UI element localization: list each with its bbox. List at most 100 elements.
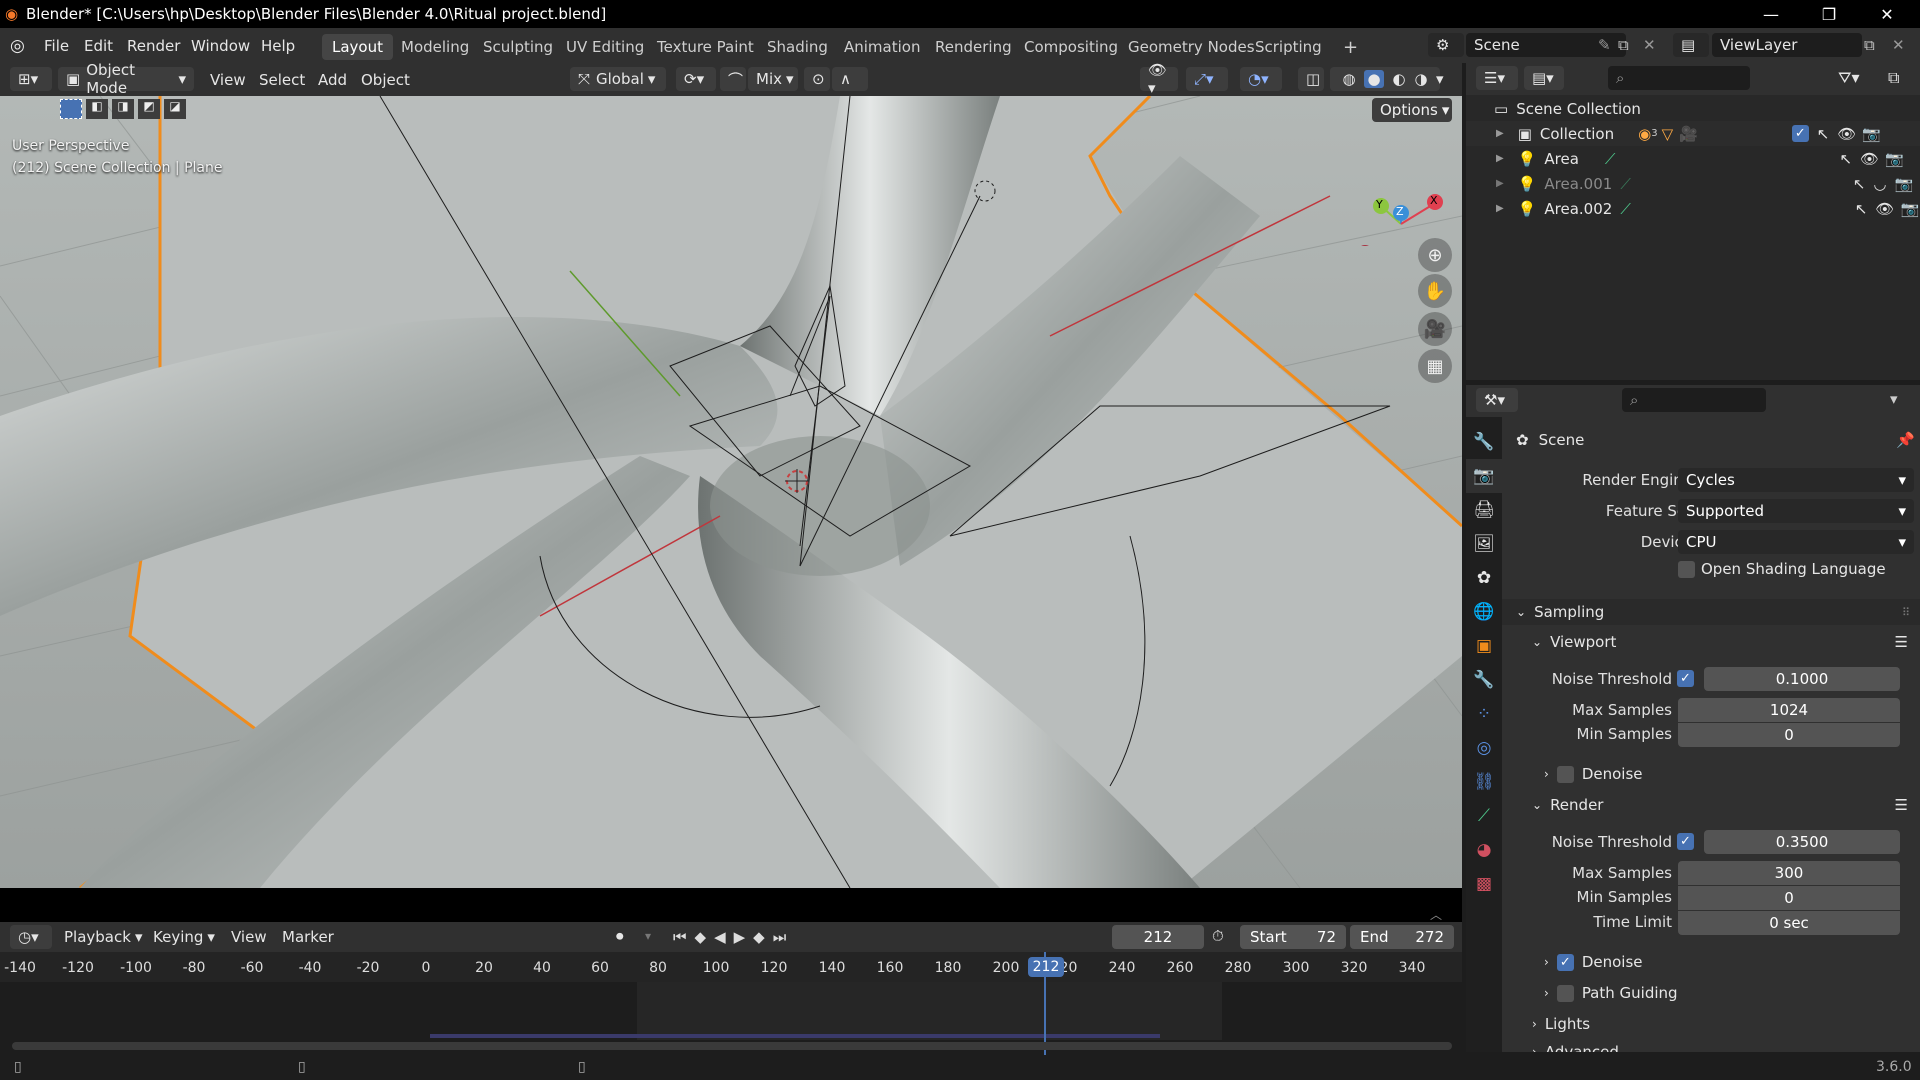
- particles-tab-icon[interactable]: ⁘: [1466, 697, 1502, 731]
- menu-help[interactable]: Help: [261, 28, 295, 63]
- expand-arrow-icon[interactable]: ▶: [1496, 153, 1504, 164]
- timeline-scrollbar[interactable]: [12, 1042, 1452, 1050]
- preview-range-icon[interactable]: ⏱: [1212, 927, 1224, 945]
- start-frame-field[interactable]: Start 72: [1240, 925, 1346, 949]
- render-toggle-icon[interactable]: 📷: [1862, 125, 1881, 143]
- viewlayer-browse-icon[interactable]: ▤: [1673, 33, 1709, 57]
- jump-start-icon[interactable]: ⏮: [673, 928, 687, 946]
- menu-file[interactable]: File: [44, 28, 69, 63]
- next-keyframe-icon[interactable]: ◆: [753, 928, 765, 946]
- wireframe-shading-icon[interactable]: ◍: [1342, 70, 1355, 88]
- select-toggle-icon[interactable]: ↖: [1853, 175, 1866, 193]
- eye-icon[interactable]: 👁: [1875, 200, 1894, 218]
- viewport-menu-object[interactable]: Object: [361, 63, 410, 96]
- tab-sculpting[interactable]: Sculpting: [473, 34, 563, 60]
- play-reverse-icon[interactable]: ◀: [714, 928, 726, 946]
- add-workspace-icon[interactable]: +: [1333, 34, 1368, 60]
- eye-hidden-icon[interactable]: ◡: [1873, 175, 1886, 193]
- filter-icon[interactable]: ⛛▾: [1838, 68, 1859, 88]
- delete-scene-icon[interactable]: ✕: [1643, 36, 1656, 54]
- scene-tab-icon[interactable]: ✿: [1466, 561, 1502, 595]
- viewport-menu-add[interactable]: Add: [318, 63, 347, 96]
- tab-animation[interactable]: Animation: [834, 34, 930, 60]
- outliner-search-input[interactable]: ⌕: [1608, 66, 1750, 90]
- tab-texture-paint[interactable]: Texture Paint: [647, 34, 764, 60]
- tab-shading[interactable]: Shading: [757, 34, 838, 60]
- select-invert-icon[interactable]: ◩: [138, 99, 160, 119]
- select-toggle-icon[interactable]: ↖: [1855, 200, 1868, 218]
- timeline-menu-marker[interactable]: Marker: [282, 922, 334, 952]
- output-tab-icon[interactable]: 🖨: [1466, 493, 1502, 527]
- tab-uv-editing[interactable]: UV Editing: [556, 34, 654, 60]
- timeline[interactable]: -140 -120 -100 -80 -60 -40 -20 0 20 40 60 80 100 120 1…: [0, 952, 1462, 1055]
- properties-options-icon[interactable]: ▾: [1890, 390, 1898, 408]
- pin-icon[interactable]: ✎: [1598, 36, 1611, 54]
- play-icon[interactable]: ▶: [734, 928, 746, 946]
- blender-menu-icon[interactable]: ◎: [10, 28, 25, 63]
- outliner-row-area[interactable]: ▶ 💡 Area ⟋ ↖ 👁 📷: [1466, 146, 1920, 171]
- path-guiding-checkbox[interactable]: [1556, 984, 1574, 1002]
- collection-checkbox[interactable]: ✓: [1791, 125, 1809, 142]
- outliner-row-collection[interactable]: ▶ ▣ Collection ◉ 3 ▽ 🎥 ✓ ↖ 👁 📷: [1466, 121, 1920, 146]
- constraints-tab-icon[interactable]: ⛓: [1466, 765, 1502, 799]
- expand-arrow-icon[interactable]: ▶: [1496, 178, 1504, 189]
- new-viewlayer-icon[interactable]: ⧉: [1864, 36, 1875, 54]
- navigation-gizmo[interactable]: Y Z X: [1357, 146, 1460, 270]
- render-denoise-checkbox[interactable]: ✓: [1556, 953, 1574, 971]
- viewport-noise-threshold-field[interactable]: 0.1000: [1704, 667, 1900, 691]
- select-toggle-icon[interactable]: ↖: [1817, 125, 1830, 143]
- record-options-icon[interactable]: ▾: [645, 929, 651, 943]
- menu-window[interactable]: Window: [191, 28, 250, 63]
- zoom-icon[interactable]: ⊕: [1418, 238, 1452, 272]
- timeline-menu-keying[interactable]: Keying ▾: [153, 922, 215, 952]
- rendered-shading-icon[interactable]: ◑: [1414, 70, 1427, 88]
- select-toggle-icon[interactable]: ↖: [1839, 150, 1852, 168]
- properties-editor-type-icon[interactable]: ⚒▾: [1476, 388, 1518, 412]
- select-intersect-icon[interactable]: ◪: [164, 99, 186, 119]
- viewlayer-selector[interactable]: ViewLayer: [1712, 33, 1862, 57]
- menu-edit[interactable]: Edit: [84, 28, 113, 63]
- viewport-menu-view[interactable]: View: [210, 63, 246, 96]
- pin-icon[interactable]: 📌: [1896, 431, 1915, 449]
- sampling-panel-header[interactable]: ⌄ Sampling ⠿: [1502, 599, 1920, 625]
- texture-tab-icon[interactable]: ▩: [1466, 867, 1502, 901]
- render-noise-threshold-checkbox[interactable]: ✓: [1677, 833, 1694, 850]
- viewport-min-samples-field[interactable]: 0: [1678, 723, 1900, 747]
- new-collection-icon[interactable]: ⧉: [1888, 68, 1899, 88]
- eye-icon[interactable]: 👁: [1860, 150, 1879, 168]
- prev-keyframe-icon[interactable]: ◆: [695, 928, 707, 946]
- expand-arrow-icon[interactable]: ▶: [1496, 128, 1504, 139]
- properties-search-input[interactable]: ⌕: [1622, 388, 1766, 412]
- tab-geometry-nodes[interactable]: Geometry Nodes: [1118, 34, 1265, 60]
- render-min-samples-field[interactable]: 0: [1678, 886, 1900, 910]
- playhead-frame-badge[interactable]: 212: [1028, 957, 1064, 977]
- render-noise-threshold-field[interactable]: 0.3500: [1704, 830, 1900, 854]
- path-guiding-row[interactable]: › Path Guiding: [1502, 980, 1920, 1006]
- close-button[interactable]: ✕: [1858, 0, 1916, 28]
- camera-view-icon[interactable]: 🎥: [1418, 312, 1452, 346]
- editor-type-icon[interactable]: ⊞▾: [10, 67, 52, 91]
- viewport-noise-threshold-checkbox[interactable]: ✓: [1677, 670, 1694, 687]
- record-icon[interactable]: ⏺: [616, 927, 624, 945]
- view-layer-tab-icon[interactable]: 🖼: [1466, 527, 1502, 561]
- collapse-icon[interactable]: ︿: [1430, 906, 1442, 923]
- render-tab-icon[interactable]: 📷: [1466, 459, 1502, 493]
- orientation-dropdown[interactable]: ⤧ Global ▾: [570, 67, 666, 91]
- timeline-menu-view[interactable]: View: [231, 922, 267, 952]
- presets-list-icon[interactable]: ☰: [1895, 633, 1908, 651]
- render-toggle-icon[interactable]: 📷: [1895, 175, 1914, 193]
- viewport-subpanel-header[interactable]: ⌄ Viewport ☰: [1502, 629, 1920, 655]
- select-box-new-icon[interactable]: [60, 99, 82, 119]
- xray-icon[interactable]: ◫: [1298, 67, 1324, 91]
- shading-options-icon[interactable]: ▾: [1436, 70, 1444, 88]
- frame-ruler[interactable]: -140 -120 -100 -80 -60 -40 -20 0 20 40 60 80 100 120 1…: [0, 952, 1462, 982]
- gizmo-toggle-icon[interactable]: ⤢▾: [1186, 67, 1228, 91]
- viewport-menu-select[interactable]: Select: [259, 63, 305, 96]
- options-dropdown[interactable]: Options ▾: [1372, 98, 1452, 122]
- menu-render[interactable]: Render: [127, 28, 180, 63]
- physics-tab-icon[interactable]: ◎: [1466, 731, 1502, 765]
- minimize-button[interactable]: —: [1742, 0, 1800, 28]
- object-tab-icon[interactable]: ▣: [1466, 629, 1502, 663]
- viewport-denoise-row[interactable]: › Denoise: [1502, 761, 1920, 787]
- modifier-tab-icon[interactable]: 🔧: [1466, 663, 1502, 697]
